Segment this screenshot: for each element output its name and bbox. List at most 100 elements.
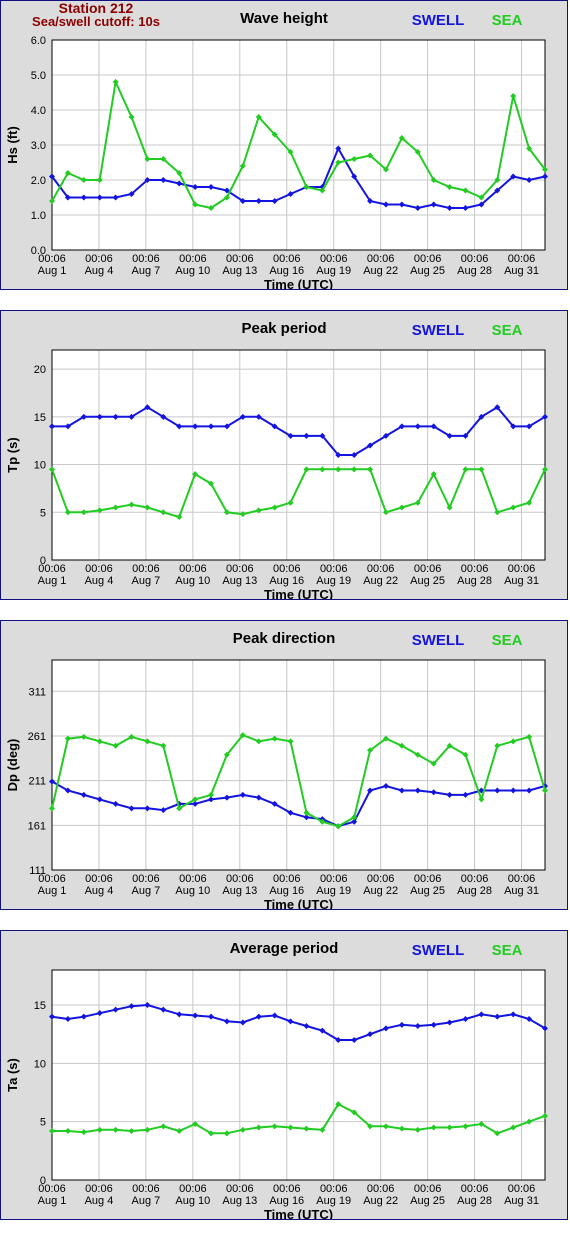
y-tick-label: 311 — [28, 686, 46, 698]
x-tick-time: 00:06 — [226, 873, 254, 885]
x-tick-time: 00:06 — [226, 253, 254, 265]
x-tick-date: Aug 28 — [457, 1195, 492, 1207]
wave-height-panel: Station 212 Sea/swell cutoff: 10s 0.0 1.0… — [0, 0, 568, 290]
chart-title: Peak direction — [233, 630, 336, 647]
x-tick-date: Aug 10 — [175, 1195, 210, 1207]
x-tick-date: Aug 31 — [504, 575, 539, 587]
x-tick-time: 00:06 — [461, 563, 489, 575]
x-tick-time: 00:06 — [85, 1183, 113, 1195]
y-tick-label: 3.0 — [31, 140, 46, 152]
x-tick-date: Aug 31 — [504, 1195, 539, 1207]
x-tick-date: Aug 25 — [410, 1195, 445, 1207]
y-tick-label: 261 — [28, 731, 46, 743]
legend-sea: SEA — [492, 942, 523, 959]
x-tick-date: Aug 4 — [85, 265, 114, 277]
x-tick-time: 00:06 — [461, 253, 489, 265]
wave-height-chart: 0.01.02.03.04.05.06.000:06Aug 100:06Aug … — [5, 10, 548, 289]
x-tick-time: 00:06 — [85, 253, 113, 265]
x-tick-date: Aug 13 — [222, 885, 257, 897]
x-tick-date: Aug 10 — [175, 885, 210, 897]
x-tick-date: Aug 4 — [85, 575, 114, 587]
y-tick-label: 5 — [40, 1117, 46, 1129]
average-period-chart: 05101500:06Aug 100:06Aug 400:06Aug 700:0… — [5, 940, 548, 1219]
x-tick-date: Aug 31 — [504, 885, 539, 897]
x-tick-time: 00:06 — [273, 1183, 301, 1195]
x-tick-time: 00:06 — [414, 563, 442, 575]
peak-direction-panel: 111 161 211 261 311 00:06 Aug 1 00:06 Aug 4 00:06… — [0, 620, 568, 910]
x-tick-date: Aug 28 — [457, 575, 492, 587]
x-tick-date: Aug 22 — [363, 1195, 398, 1207]
x-tick-time: 00:06 — [132, 873, 160, 885]
x-tick-date: Aug 7 — [132, 885, 161, 897]
x-tick-date: Aug 16 — [269, 885, 304, 897]
x-tick-date: Aug 10 — [175, 265, 210, 277]
x-tick-time: 00:06 — [414, 253, 442, 265]
x-tick-date: Aug 28 — [457, 265, 492, 277]
chart-title: Wave height — [240, 10, 328, 27]
x-tick-date: Aug 16 — [269, 1195, 304, 1207]
x-tick-date: Aug 25 — [410, 265, 445, 277]
x-tick-date: Aug 22 — [363, 265, 398, 277]
x-tick-date: Aug 25 — [410, 885, 445, 897]
x-tick-date: Aug 13 — [222, 265, 257, 277]
x-tick-time: 00:06 — [38, 1183, 66, 1195]
chart-title: Average period — [230, 940, 339, 957]
y-axis-label: Dp (deg) — [5, 739, 20, 792]
x-tick-time: 00:06 — [508, 563, 536, 575]
y-tick-label: 2.0 — [31, 175, 46, 187]
x-tick-date: Aug 1 — [38, 575, 67, 587]
plot-area — [51, 969, 546, 1181]
x-tick-date: Aug 1 — [38, 1195, 67, 1207]
y-axis-label: Ta (s) — [5, 1058, 20, 1092]
x-tick-time: 00:06 — [226, 563, 254, 575]
x-tick-time: 00:06 — [414, 873, 442, 885]
y-axis-label: Tp (s) — [5, 437, 20, 472]
x-tick-time: 00:06 — [367, 1183, 395, 1195]
x-tick-time: 00:06 — [273, 563, 301, 575]
x-tick-time: 00:06 — [179, 873, 207, 885]
x-tick-time: 00:06 — [414, 1183, 442, 1195]
x-tick-date: Aug 4 — [85, 1195, 114, 1207]
y-tick-label: 5 — [40, 507, 46, 519]
x-tick-date: Aug 1 — [38, 265, 67, 277]
legend-sea: SEA — [492, 12, 523, 29]
x-tick-time: 00:06 — [179, 1183, 207, 1195]
x-tick-time: 00:06 — [273, 253, 301, 265]
x-axis-label: Time (UTC) — [264, 587, 333, 599]
x-tick-time: 00:06 — [461, 873, 489, 885]
x-tick-time: 00:06 — [132, 563, 160, 575]
y-tick-label: 1.0 — [31, 210, 46, 222]
x-tick-time: 00:06 — [320, 873, 348, 885]
x-tick-time: 00:06 — [273, 873, 301, 885]
station-header: Station 212 Sea/swell cutoff: 10s — [1, 1, 191, 29]
x-tick-time: 00:06 — [132, 253, 160, 265]
y-tick-label: 6.0 — [31, 35, 46, 47]
y-tick-label: 20 — [34, 364, 46, 376]
peak-direction-chart: 11116121126131100:06Aug 100:06Aug 400:06… — [5, 630, 548, 909]
x-tick-time: 00:06 — [226, 1183, 254, 1195]
x-tick-time: 00:06 — [320, 1183, 348, 1195]
x-tick-time: 00:06 — [508, 873, 536, 885]
y-tick-label: 10 — [34, 1058, 46, 1070]
x-tick-time: 00:06 — [85, 563, 113, 575]
y-tick-label: 15 — [34, 412, 46, 424]
legend-swell: SWELL — [412, 322, 465, 339]
x-axis-label: Time (UTC) — [264, 897, 333, 909]
x-tick-time: 00:06 — [320, 563, 348, 575]
x-tick-date: Aug 7 — [132, 575, 161, 587]
x-tick-date: Aug 16 — [269, 265, 304, 277]
x-tick-date: Aug 7 — [132, 1195, 161, 1207]
x-tick-date: Aug 13 — [222, 575, 257, 587]
x-tick-date: Aug 16 — [269, 575, 304, 587]
x-tick-time: 00:06 — [38, 873, 66, 885]
legend-swell: SWELL — [412, 632, 465, 649]
x-tick-date: Aug 25 — [410, 575, 445, 587]
x-axis-label: Time (UTC) — [264, 277, 333, 289]
x-tick-time: 00:06 — [38, 253, 66, 265]
x-tick-time: 00:06 — [508, 253, 536, 265]
x-tick-time: 00:06 — [179, 253, 207, 265]
station-name: Station 212 — [58, 0, 134, 16]
y-tick-label: 10 — [34, 460, 46, 472]
x-tick-date: Aug 22 — [363, 575, 398, 587]
x-tick-time: 00:06 — [320, 253, 348, 265]
